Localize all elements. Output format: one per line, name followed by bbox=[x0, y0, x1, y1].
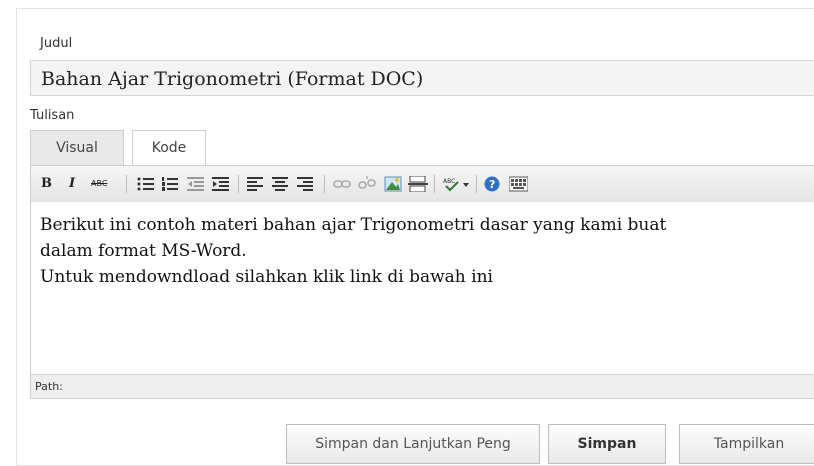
italic-icon[interactable]: I bbox=[69, 176, 75, 192]
align-left-icon[interactable] bbox=[247, 176, 264, 192]
editor-line: Berikut ini contoh materi bahan ajar Tri… bbox=[40, 215, 667, 235]
editor-line: Untuk mendowndload silahkan klik link di… bbox=[40, 267, 493, 287]
tab-kode[interactable]: Kode bbox=[132, 130, 206, 166]
align-right-icon[interactable] bbox=[297, 176, 314, 192]
unlink-icon[interactable] bbox=[358, 176, 376, 192]
help-icon[interactable]: ? bbox=[484, 176, 501, 192]
toolbar-separator bbox=[324, 175, 325, 193]
rich-text-editor: B I ABC ABC ? Berikut ini contoh materi … bbox=[30, 165, 814, 399]
title-label: Judul bbox=[40, 36, 73, 51]
tab-visual[interactable]: Visual bbox=[30, 130, 124, 166]
numbered-list-icon[interactable] bbox=[161, 176, 179, 192]
align-center-icon[interactable] bbox=[272, 176, 289, 192]
bullet-list-icon[interactable] bbox=[137, 176, 155, 192]
content-label: Tulisan bbox=[30, 108, 75, 123]
editor-status-bar: Path: bbox=[31, 374, 814, 398]
toolbar-separator bbox=[238, 175, 239, 193]
preview-button[interactable]: Tampilkan bbox=[679, 424, 814, 464]
indent-icon[interactable] bbox=[212, 176, 230, 192]
image-icon[interactable] bbox=[384, 176, 402, 192]
strikethrough-icon[interactable]: ABC bbox=[91, 176, 107, 192]
save-continue-button[interactable]: Simpan dan Lanjutkan Peng bbox=[286, 424, 540, 464]
toolbar-separator bbox=[126, 175, 127, 193]
link-icon[interactable] bbox=[333, 176, 351, 192]
title-input[interactable]: Bahan Ajar Trigonometri (Format DOC) bbox=[30, 60, 814, 96]
editor-content-area[interactable]: Berikut ini contoh materi bahan ajar Tri… bbox=[31, 202, 814, 374]
toolbar-separator bbox=[434, 175, 435, 193]
path-label: Path: bbox=[35, 380, 63, 393]
svg-text:ABC: ABC bbox=[443, 178, 455, 185]
editor-line: dalam format MS-Word. bbox=[40, 241, 247, 261]
kitchen-sink-icon[interactable] bbox=[509, 176, 528, 192]
bold-icon[interactable]: B bbox=[41, 176, 52, 192]
editor-toolbar: B I ABC ABC ? bbox=[31, 166, 814, 203]
toolbar-separator bbox=[476, 175, 477, 193]
save-button[interactable]: Simpan bbox=[548, 424, 666, 464]
svg-text:?: ? bbox=[489, 178, 495, 191]
outdent-icon[interactable] bbox=[187, 176, 205, 192]
spellcheck-icon[interactable]: ABC bbox=[443, 176, 471, 192]
page-break-icon[interactable] bbox=[408, 176, 428, 192]
